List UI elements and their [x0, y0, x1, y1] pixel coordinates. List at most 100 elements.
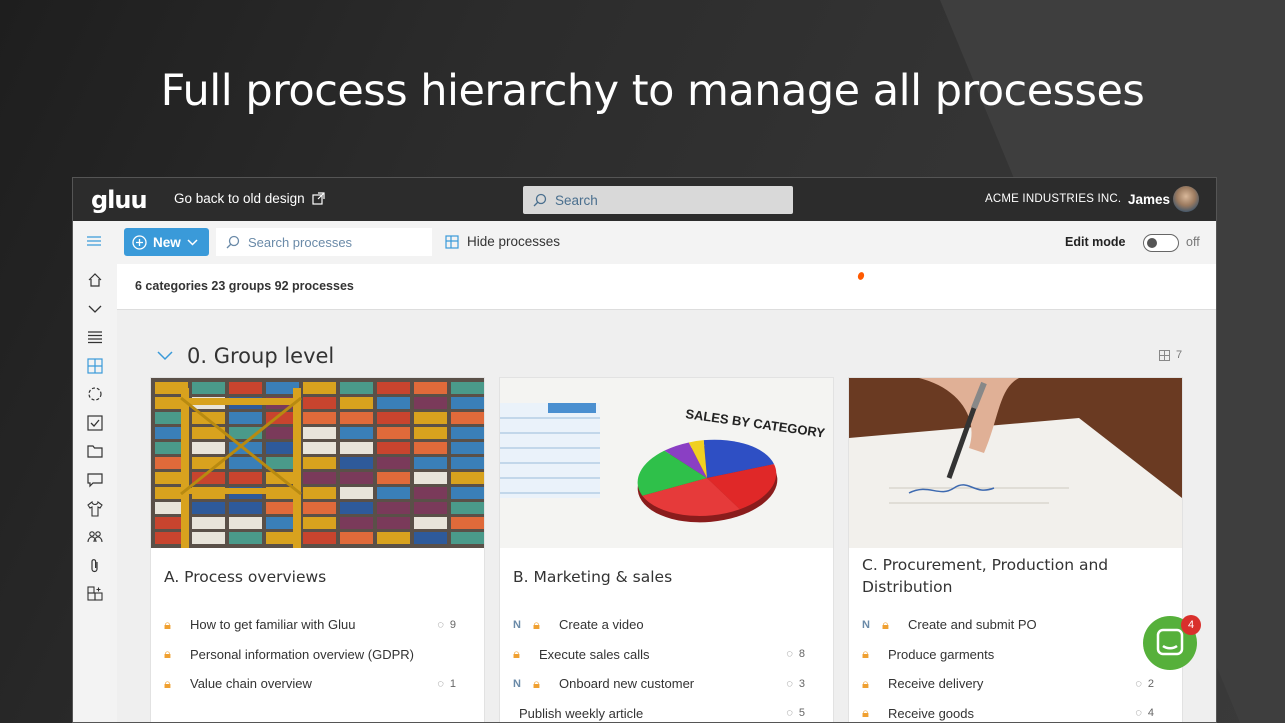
search-processes-input[interactable]: Search processes: [216, 228, 432, 256]
container-block: [451, 442, 484, 454]
list-item[interactable]: N 🔒︎ Onboard new customer ◌ 3: [513, 669, 823, 699]
card-title[interactable]: C. Procurement, Production and Distribut…: [862, 554, 1162, 598]
new-button-label: New: [153, 234, 181, 250]
container-block: [414, 412, 447, 424]
user-name[interactable]: James: [1128, 192, 1170, 207]
chevron-down-icon[interactable]: [157, 351, 173, 361]
list-item[interactable]: N 🔒︎ Create and submit PO: [862, 610, 1172, 640]
card-title[interactable]: B. Marketing & sales: [513, 566, 672, 588]
old-design-label: Go back to old design: [174, 191, 305, 206]
lock-icon: 🔒︎: [862, 705, 869, 721]
home-icon[interactable]: [87, 272, 103, 288]
list-item[interactable]: 🔒︎ How to get familiar with Gluu ◌ 9: [164, 610, 474, 640]
container-block: [451, 532, 484, 544]
list-item[interactable]: Publish weekly article ◌ 5: [513, 699, 823, 723]
container-block: [192, 517, 225, 529]
hide-processes-button[interactable]: Hide processes: [445, 234, 560, 249]
shirt-icon[interactable]: [87, 501, 103, 517]
old-design-link[interactable]: Go back to old design: [174, 191, 325, 206]
group-count: 7: [1159, 349, 1182, 361]
list-item[interactable]: 🔒︎ Personal information overview (GDPR): [164, 640, 474, 670]
container-block: [340, 427, 373, 439]
list-item[interactable]: N 🔒︎ Create a video: [513, 610, 823, 640]
process-label: Produce garments: [888, 646, 995, 662]
container-block: [340, 457, 373, 469]
grid-icon[interactable]: [87, 358, 103, 374]
global-search-placeholder: Search: [555, 192, 598, 208]
process-count: ◌ 5: [786, 707, 805, 719]
process-label: Value chain overview: [190, 676, 312, 692]
chevron-down-icon[interactable]: [87, 301, 103, 317]
plus-circle-icon: [132, 234, 147, 250]
notice-icon: N: [513, 677, 521, 690]
list-icon[interactable]: [87, 329, 103, 345]
notification-badge: 4: [1181, 615, 1201, 635]
container-block: [340, 502, 373, 514]
refresh-icon: ◌: [786, 648, 793, 661]
container-block: [303, 487, 336, 499]
container-block: [229, 532, 262, 544]
search-icon: [533, 193, 547, 207]
paperclip-icon[interactable]: [87, 558, 103, 574]
apps-icon[interactable]: [87, 586, 103, 602]
grid-icon: [445, 234, 459, 249]
refresh-icon: ◌: [1135, 707, 1142, 720]
container-block: [303, 382, 336, 394]
container-block: [229, 382, 262, 394]
container-block: [451, 427, 484, 439]
category-card[interactable]: SALES BY CATEGORY B. Marketing & sales N…: [499, 377, 834, 723]
list-item[interactable]: 🔒︎ Value chain overview ◌ 1: [164, 669, 474, 699]
category-card[interactable]: A. Process overviews 🔒︎ How to get famil…: [150, 377, 485, 722]
external-link-icon: [311, 192, 325, 205]
container-block: [377, 457, 410, 469]
refresh-icon[interactable]: [87, 386, 103, 402]
toggle-state: off: [1186, 235, 1200, 249]
headline: Full process hierarchy to manage all pro…: [160, 66, 1145, 116]
list-item[interactable]: 🔒︎ Produce garments: [862, 640, 1172, 670]
container-block: [303, 427, 336, 439]
container-block: [377, 502, 410, 514]
global-search-input[interactable]: Search: [523, 186, 793, 214]
container-block: [340, 442, 373, 454]
container-block: [451, 382, 484, 394]
list-item[interactable]: 🔒︎ Receive delivery ◌ 2: [862, 669, 1172, 699]
count-value: 2: [1147, 677, 1154, 690]
container-block: [192, 502, 225, 514]
signing-document-image: [849, 378, 1182, 548]
folder-icon[interactable]: [87, 443, 103, 459]
container-block: [192, 412, 225, 424]
container-block: [377, 532, 410, 544]
chat-icon[interactable]: [87, 472, 103, 488]
top-bar: gluu Go back to old design Search ACME I…: [73, 178, 1216, 221]
container-block: [414, 502, 447, 514]
avatar[interactable]: [1173, 186, 1199, 212]
container-block: [451, 397, 484, 409]
group-title[interactable]: 0. Group level: [187, 344, 334, 368]
lock-icon: 🔒︎: [164, 646, 171, 662]
edit-mode-toggle[interactable]: [1143, 234, 1179, 252]
container-block: [451, 502, 484, 514]
container-block: [451, 517, 484, 529]
people-icon[interactable]: [87, 529, 103, 545]
container-block: [414, 442, 447, 454]
container-block: [229, 502, 262, 514]
process-count: ◌ 2: [1135, 678, 1154, 690]
list-item[interactable]: 🔒︎ Receive goods ◌ 4: [862, 699, 1172, 723]
process-label: Personal information overview (GDPR): [190, 646, 414, 662]
hide-processes-label: Hide processes: [467, 234, 561, 249]
checkbox-icon[interactable]: [87, 415, 103, 431]
list-item[interactable]: 🔒︎ Execute sales calls ◌ 8: [513, 640, 823, 670]
count-value: 4: [1147, 707, 1154, 720]
container-block: [377, 382, 410, 394]
count-value: 5: [798, 707, 805, 720]
gluu-logo[interactable]: gluu: [91, 186, 148, 214]
container-block: [192, 382, 225, 394]
new-button[interactable]: New: [124, 228, 209, 256]
process-label: Execute sales calls: [539, 646, 650, 662]
process-label: Create and submit PO: [908, 617, 1037, 633]
category-card[interactable]: C. Procurement, Production and Distribut…: [848, 377, 1183, 723]
refresh-icon: ◌: [786, 677, 793, 690]
card-title[interactable]: A. Process overviews: [164, 566, 326, 588]
container-block: [340, 412, 373, 424]
menu-icon[interactable]: [87, 235, 101, 247]
